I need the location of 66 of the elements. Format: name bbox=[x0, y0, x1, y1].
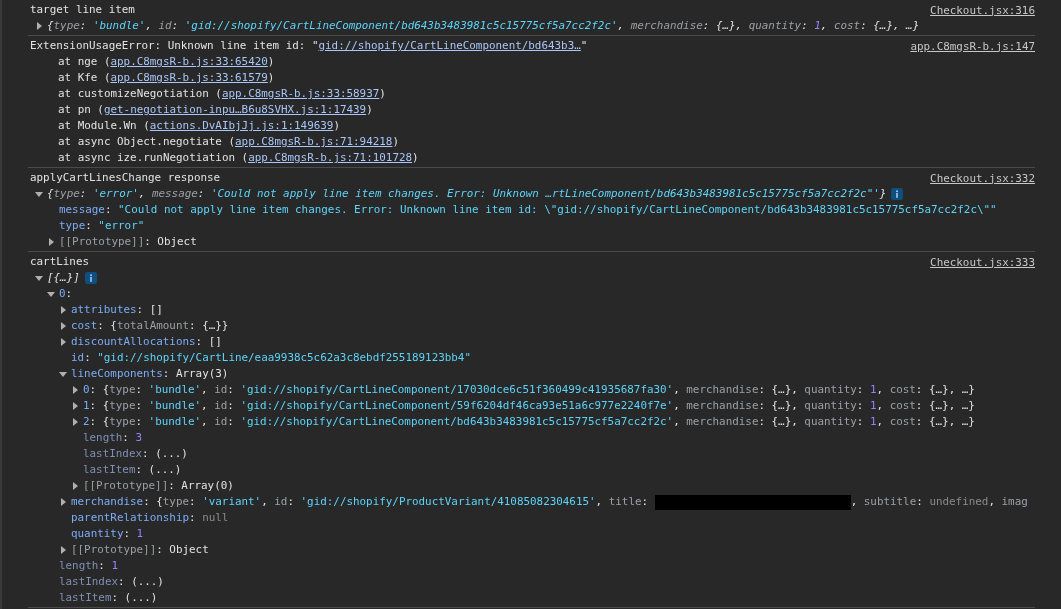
triangle-right-icon[interactable] bbox=[47, 238, 55, 246]
stack-trace-line: at pn (get-negotiation-inpu…B6u8SVHX.js:1:17439) bbox=[58, 102, 373, 118]
object-property-line: discountAllocations: [] bbox=[71, 334, 222, 350]
stack-trace-line: at customizeNegotiation (app.C8mgsR-b.js:33:58937) bbox=[58, 86, 386, 102]
object-property-line: [[Prototype]]: Array(0) bbox=[83, 478, 234, 494]
object-property-line: type: "error" bbox=[59, 218, 145, 234]
stack-trace-line: at Module.Wn (actions.DvAIbjJj.js:1:149639) bbox=[58, 118, 340, 134]
console-message: target line item bbox=[30, 2, 135, 18]
source-link[interactable]: app.C8mgsR-b.js:33:58937 bbox=[221, 87, 380, 100]
stack-trace-line: at async Object.negotiate (app.C8mgsR-b.js:71:94218) bbox=[58, 134, 399, 150]
object-property-line: lastItem: (...) bbox=[59, 590, 158, 606]
triangle-right-icon[interactable] bbox=[59, 498, 67, 506]
object-property-line: 0: {type: 'bundle', id: 'gid://shopify/CartLineComponent/17030dce6c51f360499c41935687fa30', merchandise: {…}, quantity: 1, cost: {…}, …} bbox=[83, 382, 975, 398]
object-property-line: attributes: [] bbox=[71, 302, 163, 318]
triangle-right-icon[interactable] bbox=[71, 482, 79, 490]
source-link[interactable]: get-negotiation-inpu…B6u8SVHX.js:1:17439 bbox=[103, 103, 367, 116]
triangle-right-icon[interactable] bbox=[71, 386, 79, 394]
object-property-line: message: "Could not apply line item changes. Error: Unknown line item id: \"gid://shopify/CartLineComponent/bd643b3483981c5c15775cf5a7cc2f2c\"" bbox=[59, 202, 997, 218]
triangle-right-icon[interactable] bbox=[35, 22, 43, 30]
source-link[interactable]: app.C8mgsR-b.js:71:101728 bbox=[248, 151, 413, 164]
triangle-right-icon[interactable] bbox=[59, 546, 67, 554]
object-property-line: {type: 'bundle', id: 'gid://shopify/CartLineComponent/bd643b3483981c5c15775cf5a7cc2f2c', merchandise: {…}, quantity: 1, cost: {…}, …} bbox=[47, 18, 920, 34]
object-property-line: [{…}] bbox=[47, 270, 80, 286]
object-property-line: [[Prototype]]: Object bbox=[59, 234, 197, 250]
object-property-line: quantity: 1 bbox=[71, 526, 144, 542]
console-message: applyCartLinesChange response bbox=[30, 170, 221, 186]
object-property-line: length: 1 bbox=[59, 558, 119, 574]
triangle-down-icon[interactable] bbox=[35, 274, 43, 282]
source-link[interactable]: app.C8mgsR-b.js:33:61579 bbox=[110, 71, 268, 84]
object-property-line: merchandise: {type: 'variant', id: 'gid://shopify/ProductVariant/41085082304615', title: , subtitle: undefined, imag bbox=[71, 494, 1028, 510]
object-property-line: 0: bbox=[59, 286, 73, 302]
triangle-right-icon[interactable] bbox=[59, 306, 67, 314]
object-property-line: id: "gid://shopify/CartLine/eaa9938c5c62a3c8ebdf255189123bb4" bbox=[71, 350, 471, 366]
object-property-line: 1: {type: 'bundle', id: 'gid://shopify/CartLineComponent/59f6204df46ca93e51a6c977e2240f7e', merchandise: {…}, quantity: 1, cost: {…}, …} bbox=[83, 398, 975, 414]
source-link[interactable]: app.C8mgsR-b.js:33:65420 bbox=[110, 55, 268, 68]
triangle-right-icon[interactable] bbox=[71, 418, 79, 426]
object-property-line: cost: {totalAmount: {…}} bbox=[71, 318, 229, 334]
triangle-down-icon[interactable] bbox=[47, 290, 55, 298]
object-property-line: [[Prototype]]: Object bbox=[71, 542, 209, 558]
source-link[interactable]: app.C8mgsR-b.js:147 bbox=[910, 39, 1035, 53]
source-link[interactable]: Checkout.jsx:316 bbox=[930, 3, 1035, 17]
triangle-down-icon[interactable] bbox=[59, 370, 67, 378]
object-property-line: lineComponents: Array(3) bbox=[71, 366, 229, 382]
source-link[interactable]: Checkout.jsx:332 bbox=[930, 171, 1035, 185]
object-property-line: {type: 'error', message: 'Could not apply line item changes. Error: Unknown …rtLineComponent/bd643b3483981c5c15775cf5a7cc2f2c"'} bbox=[47, 186, 887, 202]
source-link[interactable]: Checkout.jsx:333 bbox=[930, 255, 1035, 269]
object-property-line: length: 3 bbox=[83, 430, 143, 446]
source-link[interactable]: app.C8mgsR-b.js:71:94218 bbox=[235, 135, 393, 148]
object-property-line: parentRelationship: null bbox=[71, 510, 229, 526]
triangle-down-icon[interactable] bbox=[35, 190, 43, 198]
object-property-line: 2: {type: 'bundle', id: 'gid://shopify/CartLineComponent/bd643b3483981c5c15775cf5a7cc2f2c', merchandise: {…}, quantity: 1, cost: {…}, …} bbox=[83, 414, 975, 430]
object-property-line: lastIndex: (...) bbox=[83, 446, 188, 462]
object-property-line: lastItem: (...) bbox=[83, 462, 182, 478]
console-message: ExtensionUsageError: Unknown line item id: "gid://shopify/CartLineComponent/bd643b3…" bbox=[30, 38, 588, 54]
stack-trace-line: at nge (app.C8mgsR-b.js:33:65420) bbox=[58, 54, 275, 70]
info-icon[interactable] bbox=[84, 272, 97, 284]
info-icon[interactable] bbox=[891, 188, 904, 200]
source-link[interactable]: actions.DvAIbjJj.js:1:149639 bbox=[149, 119, 334, 132]
stack-trace-line: at async ize.runNegotiation (app.C8mgsR-b.js:71:101728) bbox=[58, 150, 419, 166]
source-link[interactable]: gid://shopify/CartLineComponent/bd643b3… bbox=[318, 39, 581, 52]
object-property-line: lastIndex: (...) bbox=[59, 574, 164, 590]
console-message: cartLines bbox=[30, 254, 89, 270]
triangle-right-icon[interactable] bbox=[59, 322, 67, 330]
stack-trace-line: at Kfe (app.C8mgsR-b.js:33:61579) bbox=[58, 70, 275, 86]
triangle-right-icon[interactable] bbox=[59, 338, 67, 346]
triangle-right-icon[interactable] bbox=[71, 402, 79, 410]
